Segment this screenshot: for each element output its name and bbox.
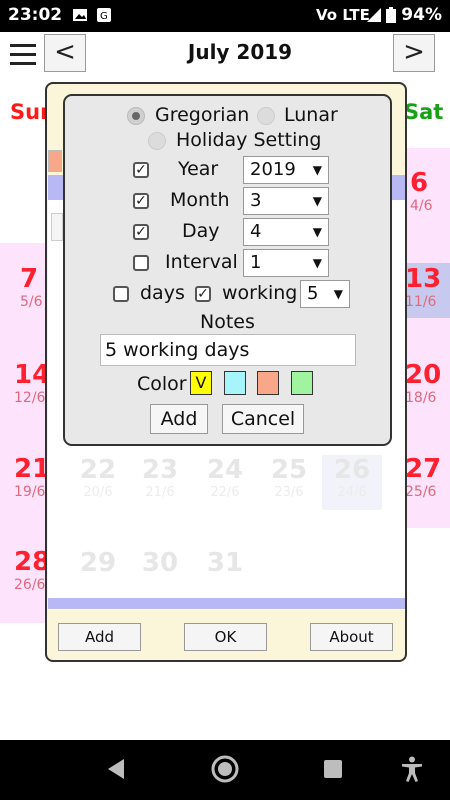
dropdown-arrow-icon: ▼ <box>312 256 322 270</box>
working-count-select[interactable]: 5 ▼ <box>300 280 350 308</box>
saturday-header: Sat <box>404 100 444 124</box>
calendar-day[interactable]: 30 <box>140 548 180 578</box>
prev-month-button[interactable]: < <box>44 34 86 72</box>
volte-indicator: Vo LTE <box>316 6 370 24</box>
calendar-day[interactable]: 23 21/6 <box>140 455 180 500</box>
dropdown-arrow-icon: ▼ <box>312 163 322 177</box>
lunar-label: Lunar <box>284 104 338 126</box>
lunar-radio[interactable] <box>257 107 275 125</box>
day-select[interactable]: 4 ▼ <box>243 218 329 246</box>
holiday-setting-radio[interactable] <box>148 132 166 150</box>
home-icon[interactable] <box>210 754 240 788</box>
accessibility-icon[interactable] <box>400 756 424 786</box>
svg-text:G: G <box>100 11 108 22</box>
day-label: Day <box>182 220 220 242</box>
dropdown-arrow-icon: ▼ <box>333 287 343 301</box>
month-select[interactable]: 3 ▼ <box>243 187 329 215</box>
color-swatch-cyan[interactable] <box>224 371 246 395</box>
calendar-day[interactable]: 22 20/6 <box>78 455 118 500</box>
gregorian-label: Gregorian <box>155 104 250 126</box>
gregorian-radio[interactable] <box>127 107 145 125</box>
popup-add-button[interactable]: Add <box>150 404 208 434</box>
days-checkbox[interactable] <box>113 286 129 302</box>
recents-icon[interactable] <box>323 759 343 783</box>
notes-input[interactable]: 5 working days <box>100 334 356 366</box>
dialog-field-edge <box>51 213 63 241</box>
ok-button[interactable]: OK <box>184 623 267 651</box>
menu-icon[interactable] <box>10 44 36 65</box>
calendar-day[interactable]: 27 25/6 <box>405 454 441 500</box>
calendar-day[interactable]: 6 4/6 <box>410 168 433 214</box>
add-event-button[interactable]: Add <box>58 623 141 651</box>
year-checkbox[interactable]: ✓ <box>133 162 149 178</box>
calendar-day[interactable]: 7 5/6 <box>20 264 43 310</box>
holiday-setting-label: Holiday Setting <box>176 129 322 151</box>
month-checkbox[interactable]: ✓ <box>133 193 149 209</box>
year-select[interactable]: 2019 ▼ <box>243 156 329 184</box>
next-month-button[interactable]: > <box>393 34 435 72</box>
interval-select[interactable]: 1 ▼ <box>243 249 329 277</box>
dropdown-arrow-icon: ▼ <box>312 225 322 239</box>
dialog-footer-strip <box>48 598 405 609</box>
dropdown-arrow-icon: ▼ <box>312 194 322 208</box>
working-label: working <box>222 282 298 304</box>
calendar-day[interactable]: 29 <box>78 548 118 578</box>
interval-checkbox[interactable] <box>133 255 149 271</box>
notes-label: Notes <box>200 311 255 333</box>
interval-label: Interval <box>165 251 238 273</box>
translate-notification-icon: G <box>96 7 112 23</box>
color-tab[interactable] <box>48 150 62 172</box>
calendar-day[interactable]: 20 18/6 <box>405 360 441 406</box>
image-notification-icon <box>72 7 88 23</box>
working-checkbox[interactable]: ✓ <box>195 286 211 302</box>
calendar-day[interactable]: 24 22/6 <box>205 455 245 500</box>
days-label: days <box>140 282 185 304</box>
about-button[interactable]: About <box>310 623 393 651</box>
battery-icon <box>386 7 402 23</box>
battery-percent: 94% <box>401 5 442 25</box>
signal-icon <box>366 7 382 23</box>
calendar-day[interactable]: 26 24/6 <box>322 455 382 510</box>
status-bar: 23:02 G Vo LTE 94% <box>0 0 450 32</box>
back-icon[interactable] <box>106 758 126 784</box>
color-label: Color <box>137 373 187 395</box>
month-title: July 2019 <box>187 40 293 64</box>
year-label: Year <box>178 158 219 180</box>
month-label: Month <box>170 189 230 211</box>
calendar-day[interactable]: 13 11/6 <box>405 264 441 310</box>
color-swatch-salmon[interactable] <box>257 371 279 395</box>
day-checkbox[interactable]: ✓ <box>133 224 149 240</box>
status-time: 23:02 <box>8 5 63 25</box>
color-swatch-green[interactable] <box>291 371 313 395</box>
calendar-day[interactable]: 31 <box>205 548 245 578</box>
popup-cancel-button[interactable]: Cancel <box>222 404 304 434</box>
calendar-day[interactable]: 25 23/6 <box>269 455 309 500</box>
navigation-bar <box>0 740 450 800</box>
color-swatch-yellow[interactable]: V <box>190 371 212 395</box>
